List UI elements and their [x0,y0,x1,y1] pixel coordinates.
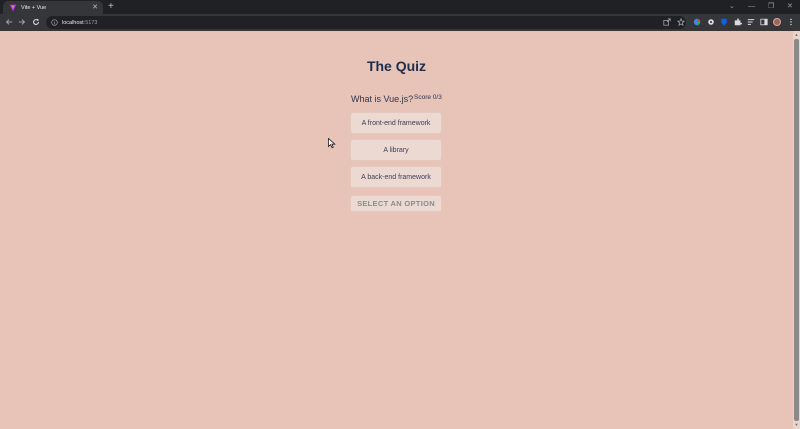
gear-extension-icon[interactable] [706,17,716,27]
scroll-down-icon[interactable]: ▼ [794,422,799,428]
option-button-back-end[interactable]: A back-end framework [350,166,442,188]
new-tab-icon[interactable]: + [108,1,114,13]
scrollbar-thumb[interactable] [794,39,799,421]
share-icon[interactable] [662,17,672,27]
question-row: What is Vue.js? Score 0/3 [351,94,471,106]
vertical-scrollbar[interactable]: ▲ ▼ [793,31,800,429]
site-info-icon[interactable] [51,19,58,26]
option-button-front-end[interactable]: A front-end framework [350,112,442,134]
password-manager-icon[interactable] [719,17,729,27]
reload-icon[interactable] [31,17,41,27]
tab-title: Vite + Vue [21,4,47,11]
url-text: localhost:5173 [62,19,98,26]
browser-tab[interactable]: Vite + Vue ✕ [3,1,103,14]
puzzle-extensions-icon[interactable] [733,17,743,27]
select-option-button[interactable]: SELECT AN OPTION [350,195,442,212]
browser-toolbar: localhost:5173 [0,14,800,31]
option-button-library[interactable]: A library [350,139,442,161]
window-close-icon[interactable]: ✕ [787,1,793,13]
bookmark-star-icon[interactable] [676,17,686,27]
color-extension-icon[interactable] [692,17,702,27]
side-panel-icon[interactable] [759,17,769,27]
page-viewport: The Quiz What is Vue.js? Score 0/3 A fro… [0,31,793,429]
page-title: The Quiz [366,58,427,74]
profile-avatar[interactable] [772,17,782,27]
tab-close-icon[interactable]: ✕ [92,4,98,11]
scroll-up-icon[interactable]: ▲ [794,32,799,38]
minimize-icon[interactable]: — [748,1,755,13]
address-bar[interactable]: localhost:5173 [46,16,686,29]
question-text: What is Vue.js? [351,94,414,104]
tab-strip: Vite + Vue ✕ + ⌄ — ❐ ✕ [0,0,800,14]
forward-icon[interactable] [17,17,27,27]
back-icon[interactable] [4,17,14,27]
menu-kebab-icon[interactable] [786,17,796,27]
mouse-cursor-icon [328,138,336,149]
tab-search-icon[interactable]: ⌄ [729,1,735,13]
score-counter: Score 0/3 [414,94,442,101]
restore-icon[interactable]: ❐ [768,1,774,13]
reading-list-icon[interactable] [746,17,756,27]
vite-favicon-icon [9,4,17,12]
